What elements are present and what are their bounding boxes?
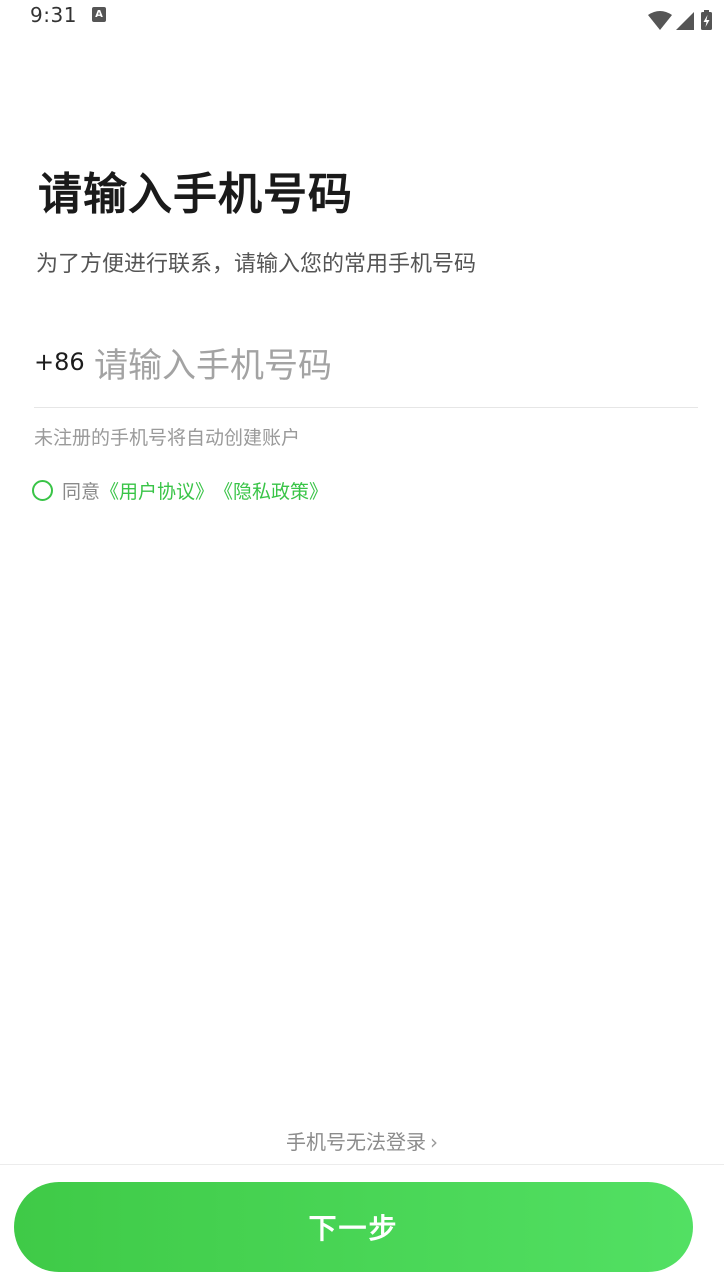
page-title: 请输入手机号码 [38,169,353,220]
auto-create-hint: 未注册的手机号将自动创建账户 [34,427,301,449]
agreement-row: 同意 《用户协议》 《隐私政策》 [32,477,328,503]
next-step-button[interactable]: 下一步 [14,1182,693,1272]
phone-number-input[interactable] [94,338,694,394]
login-screen: 9:31 A 请输入手机号码 为了方便进行联系，请输入您的常用手机号码 +86 … [0,0,724,1287]
bottom-divider [0,1164,724,1165]
cannot-login-label: 手机号无法登录 [286,1130,426,1154]
privacy-policy-link[interactable]: 《隐私政策》 [214,477,328,504]
chevron-right-icon: › [430,1130,438,1154]
phone-input-row: +86 [34,330,698,408]
agree-checkbox[interactable] [32,479,53,501]
country-code[interactable]: +86 [34,348,85,376]
wifi-icon [648,11,672,30]
status-bar: 9:31 A [0,0,724,40]
keyboard-a-glyph: A [95,9,103,20]
user-agreement-link[interactable]: 《用户协议》 [100,477,214,504]
agree-prefix: 同意 [62,480,101,503]
keyboard-a-icon: A [92,7,106,22]
cannot-login-link[interactable]: 手机号无法登录 › [0,1126,724,1155]
status-time: 9:31 [30,3,77,27]
status-icons [648,10,714,32]
page-subtitle: 为了方便进行联系，请输入您的常用手机号码 [36,252,477,277]
battery-charging-icon [701,10,712,30]
cell-signal-icon [676,12,694,30]
